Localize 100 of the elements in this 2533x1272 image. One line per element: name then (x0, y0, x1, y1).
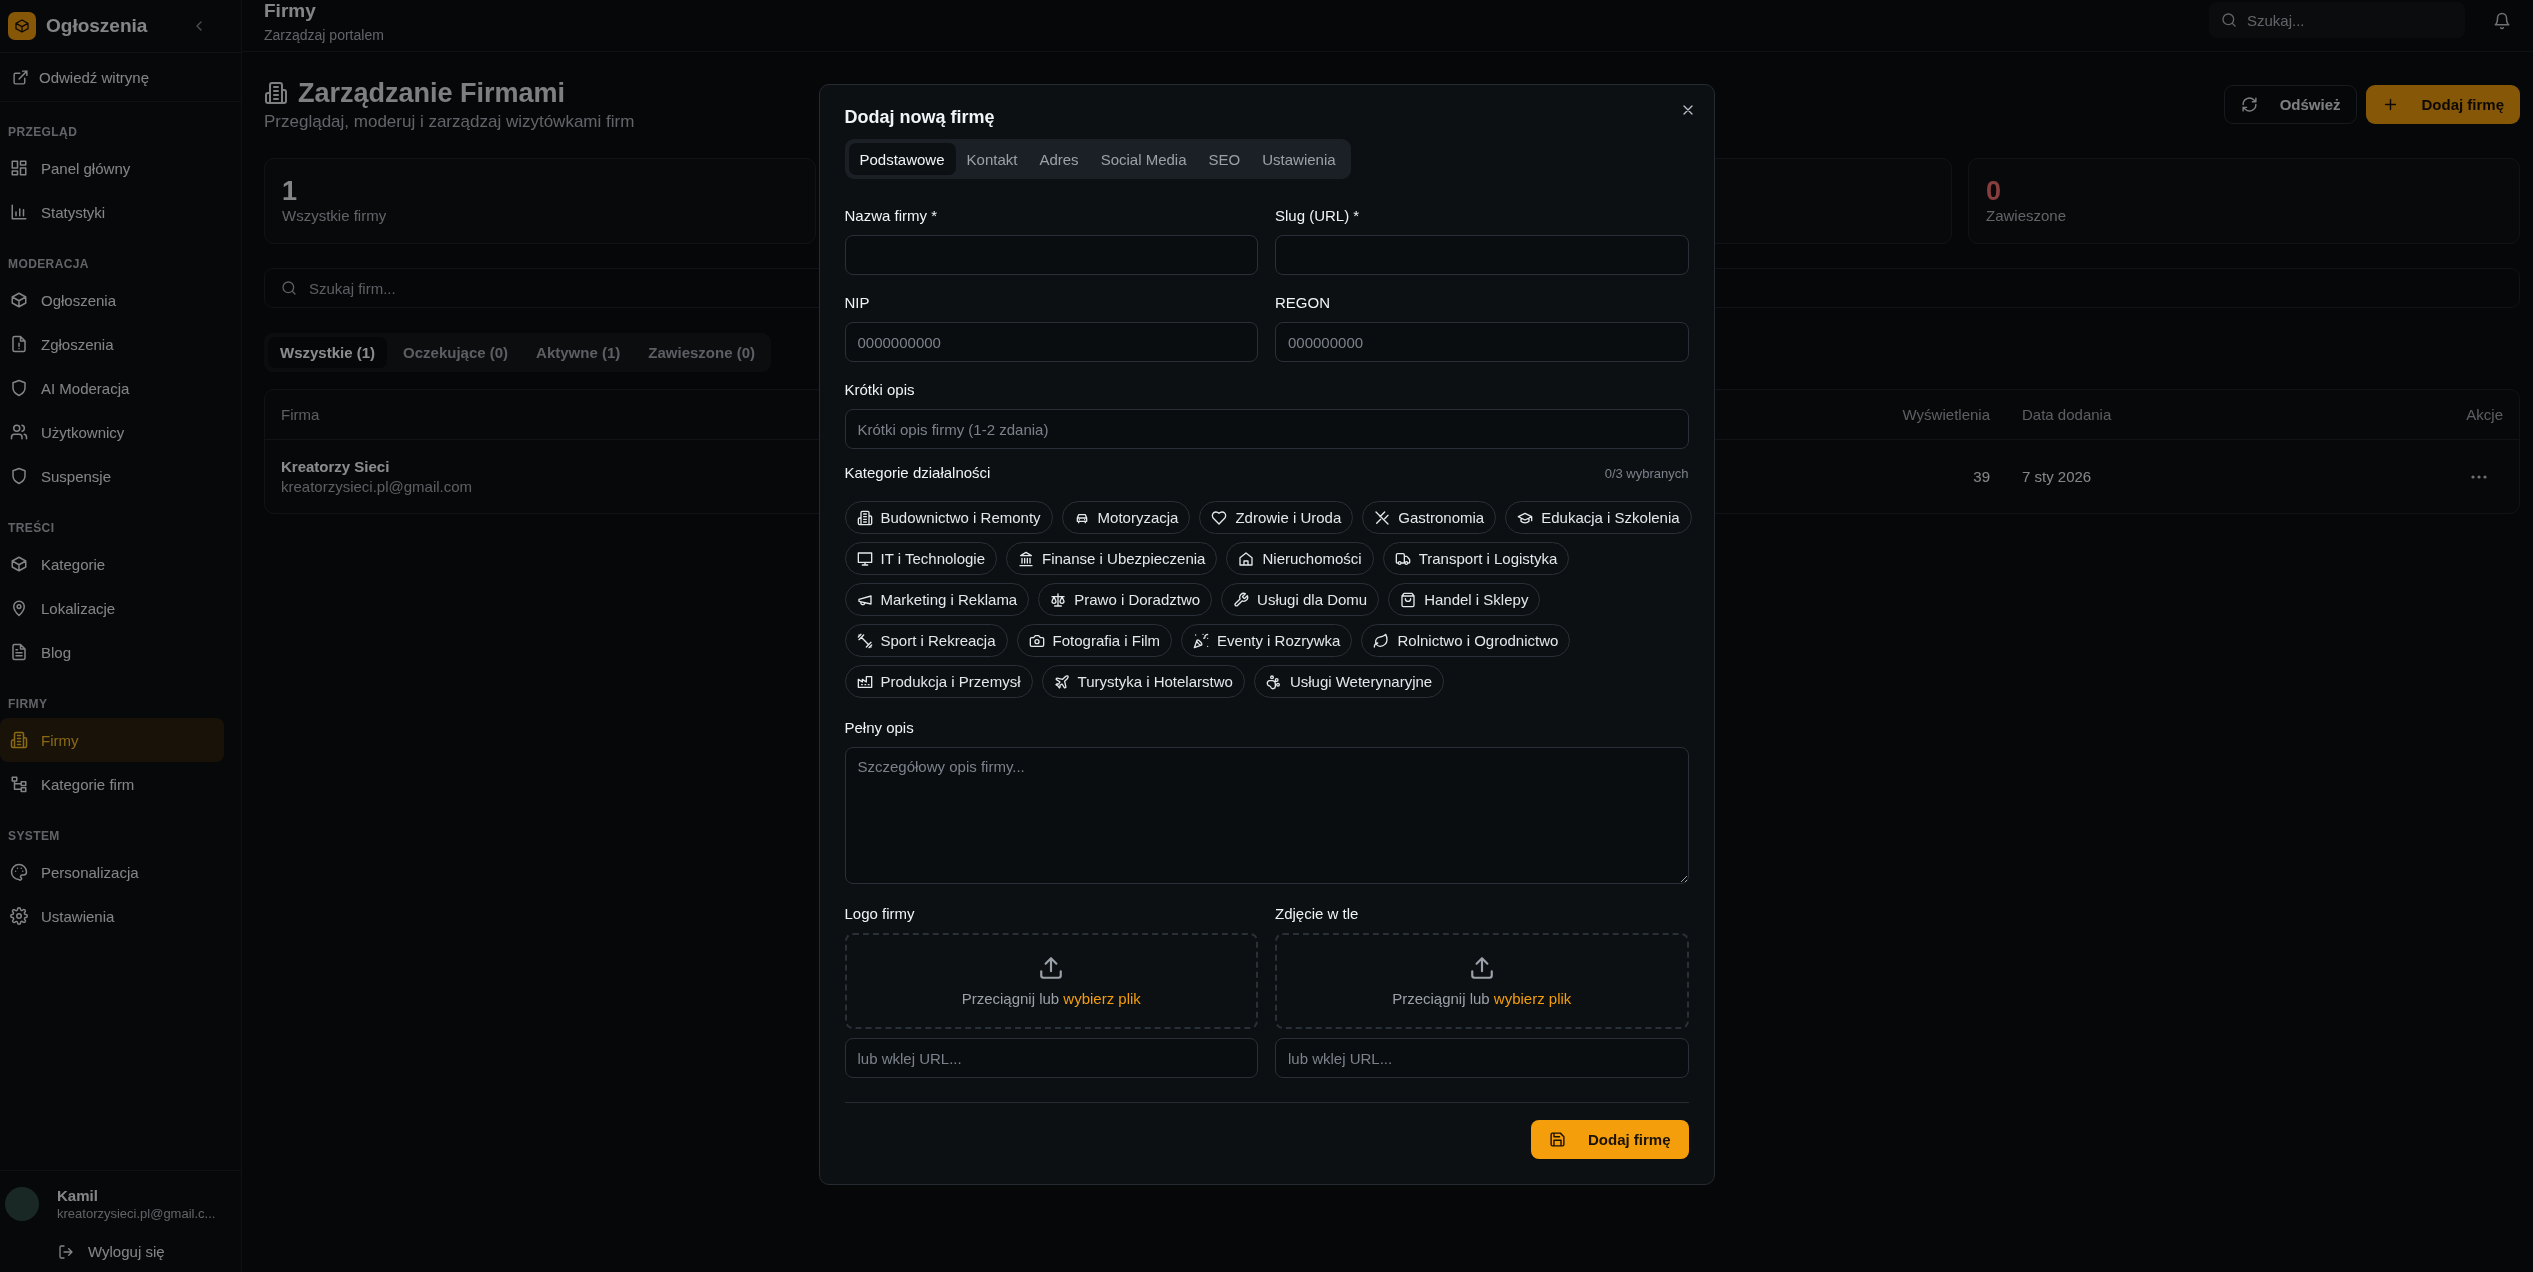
nav-item[interactable]: Ustawienia (0, 894, 224, 938)
section-label: SYSTEM (7, 830, 60, 843)
bank-icon (1018, 550, 1035, 567)
category-chip[interactable]: Nieruchomości (1226, 542, 1374, 575)
search-icon (281, 280, 297, 296)
nav-item[interactable]: Personalizacja (0, 850, 224, 894)
file-drop-zone[interactable]: Przeciągnij lub wybierz plik (844, 933, 1258, 1029)
category-chip[interactable]: Handel i Sklepy (1388, 583, 1541, 616)
cube-icon (10, 291, 28, 309)
category-chip[interactable]: Budownictwo i Remonty (844, 501, 1053, 534)
section-title: Zarządzanie Firmami (298, 78, 566, 108)
bell-icon (2493, 12, 2511, 30)
stat-label: Zawieszone (1986, 206, 2067, 226)
category-chip[interactable]: IT i Technologie (844, 542, 998, 575)
field-label: Kategorie działalności (844, 464, 991, 482)
stat-value: 0 (1986, 176, 2002, 206)
category-chip[interactable]: Edukacja i Szkolenia (1505, 501, 1692, 534)
nav-item[interactable]: Ogłoszenia (0, 278, 224, 322)
nav-item[interactable]: Zgłoszenia (0, 322, 224, 366)
avatar (5, 1187, 39, 1221)
company-name: Kreatorzy Sieci (281, 458, 390, 475)
field-label: Logo firmy (844, 905, 915, 923)
document-alert-icon (10, 335, 28, 353)
nav-item[interactable]: Blog (0, 630, 224, 674)
scales-icon (1050, 591, 1067, 608)
tab[interactable]: Podstawowe (848, 143, 956, 175)
section-label: TREŚCI (7, 522, 55, 535)
nav-item[interactable]: Statystyki (0, 190, 224, 234)
tab[interactable]: Kontakt (955, 143, 1029, 175)
wrench-icon (1233, 591, 1250, 608)
search-field[interactable]: Szukaj... (2209, 2, 2465, 38)
selection-counter: 0/3 wybranych (1604, 465, 1689, 481)
plane-icon (1053, 673, 1070, 690)
section-label: FIRMY (7, 698, 48, 711)
company-email: kreatorzysieci.pl@gmail.com (281, 478, 473, 495)
category-chip[interactable]: Rolnictwo i Ogrodnictwo (1361, 624, 1571, 657)
shopping-bag-icon (1400, 591, 1417, 608)
text-field[interactable] (1275, 235, 1689, 275)
category-chip[interactable]: Transport i Logistyka (1382, 542, 1570, 575)
nav-item[interactable]: Lokalizacje (0, 586, 224, 630)
text-field[interactable] (844, 235, 1258, 275)
external-link-icon (12, 68, 29, 86)
section-subtitle: Przeglądaj, moderuj i zarządzaj wizytówkami firm (264, 111, 635, 133)
confetti-icon (1193, 632, 1210, 649)
file-drop-zone[interactable]: Przeciągnij lub wybierz plik (1275, 933, 1689, 1029)
shield-icon (10, 379, 28, 397)
category-chip[interactable]: Finanse i Ubezpieczenia (1006, 542, 1218, 575)
category-chip[interactable]: Eventy i Rozrywka (1181, 624, 1353, 657)
filter-tab[interactable]: Wszystkie (1) (268, 337, 388, 368)
category-chip[interactable]: Fotografia i Film (1016, 624, 1173, 657)
bar-chart-icon (10, 203, 28, 221)
map-pin-icon (10, 599, 28, 617)
more-icon[interactable] (2471, 474, 2487, 479)
category-chip[interactable]: Prawo i Doradztwo (1038, 583, 1213, 616)
choose-file-link[interactable]: wybierz plik (1063, 990, 1141, 1007)
nav-item[interactable]: Kategorie firm (0, 762, 224, 806)
column-header: Wyświetlenia (1902, 406, 1990, 423)
category-chip[interactable]: Usługi dla Domu (1221, 583, 1380, 616)
save-icon (1549, 1131, 1566, 1148)
category-chip[interactable]: Zdrowie i Uroda (1199, 501, 1354, 534)
cube-icon (10, 555, 28, 573)
tab[interactable]: Adres (1028, 143, 1090, 175)
refresh-button[interactable]: Odśwież (2223, 85, 2358, 124)
text-field[interactable]: 0000000000 (844, 322, 1258, 362)
page-subtitle: Zarządzaj portalem (264, 26, 384, 44)
nav-item[interactable]: Użytkownicy (0, 410, 224, 454)
text-field[interactable]: Krótki opis firmy (1-2 zdania) (844, 409, 1689, 449)
url-field[interactable]: lub wklej URL... (844, 1038, 1258, 1078)
category-chip[interactable]: Gastronomia (1362, 501, 1497, 534)
dialog-title: Dodaj nową firmę (844, 106, 995, 128)
tab[interactable]: SEO (1197, 143, 1252, 175)
logout-icon (58, 1243, 74, 1260)
text-field[interactable]: 000000000 (1275, 322, 1689, 362)
building-icon (10, 731, 28, 749)
tab[interactable]: Social Media (1089, 143, 1198, 175)
field-label: Slug (URL) * (1275, 207, 1360, 225)
category-chip[interactable]: Usługi Weterynaryjne (1253, 665, 1445, 698)
visit-site-link[interactable]: Odwiedź witrynę (0, 53, 241, 102)
choose-file-link[interactable]: wybierz plik (1493, 990, 1572, 1007)
nav-item[interactable]: Panel główny (0, 146, 224, 190)
field-label: Krótki opis (844, 381, 915, 399)
nav-item[interactable]: AI Moderacja (0, 366, 224, 410)
nav-item[interactable]: Suspensje (0, 454, 224, 498)
category-chip[interactable]: Turystyka i Hotelarstwo (1041, 665, 1245, 698)
section-label: PRZEGLĄD (7, 126, 78, 139)
settings-icon (10, 907, 28, 925)
submit-button[interactable]: Dodaj firmę (1531, 1120, 1689, 1159)
truck-icon (1394, 550, 1411, 567)
category-chip[interactable]: Motoryzacja (1061, 501, 1191, 534)
tab[interactable]: Ustawienia (1251, 143, 1347, 175)
url-field[interactable]: lub wklej URL... (1275, 1038, 1689, 1078)
nav-item[interactable]: Kategorie (0, 542, 224, 586)
stat-value: 1 (282, 176, 298, 206)
logout-link[interactable]: Wyloguj się (58, 1243, 165, 1260)
category-chip[interactable]: Sport i Rekreacja (844, 624, 1008, 657)
text-area[interactable]: Szczegółowy opis firmy... (844, 747, 1689, 884)
category-chip[interactable]: Produkcja i Przemysł (844, 665, 1033, 698)
column-header: Akcje (2466, 406, 2503, 423)
user-name: Kamil (57, 1187, 99, 1204)
category-chip[interactable]: Marketing i Reklama (844, 583, 1030, 616)
